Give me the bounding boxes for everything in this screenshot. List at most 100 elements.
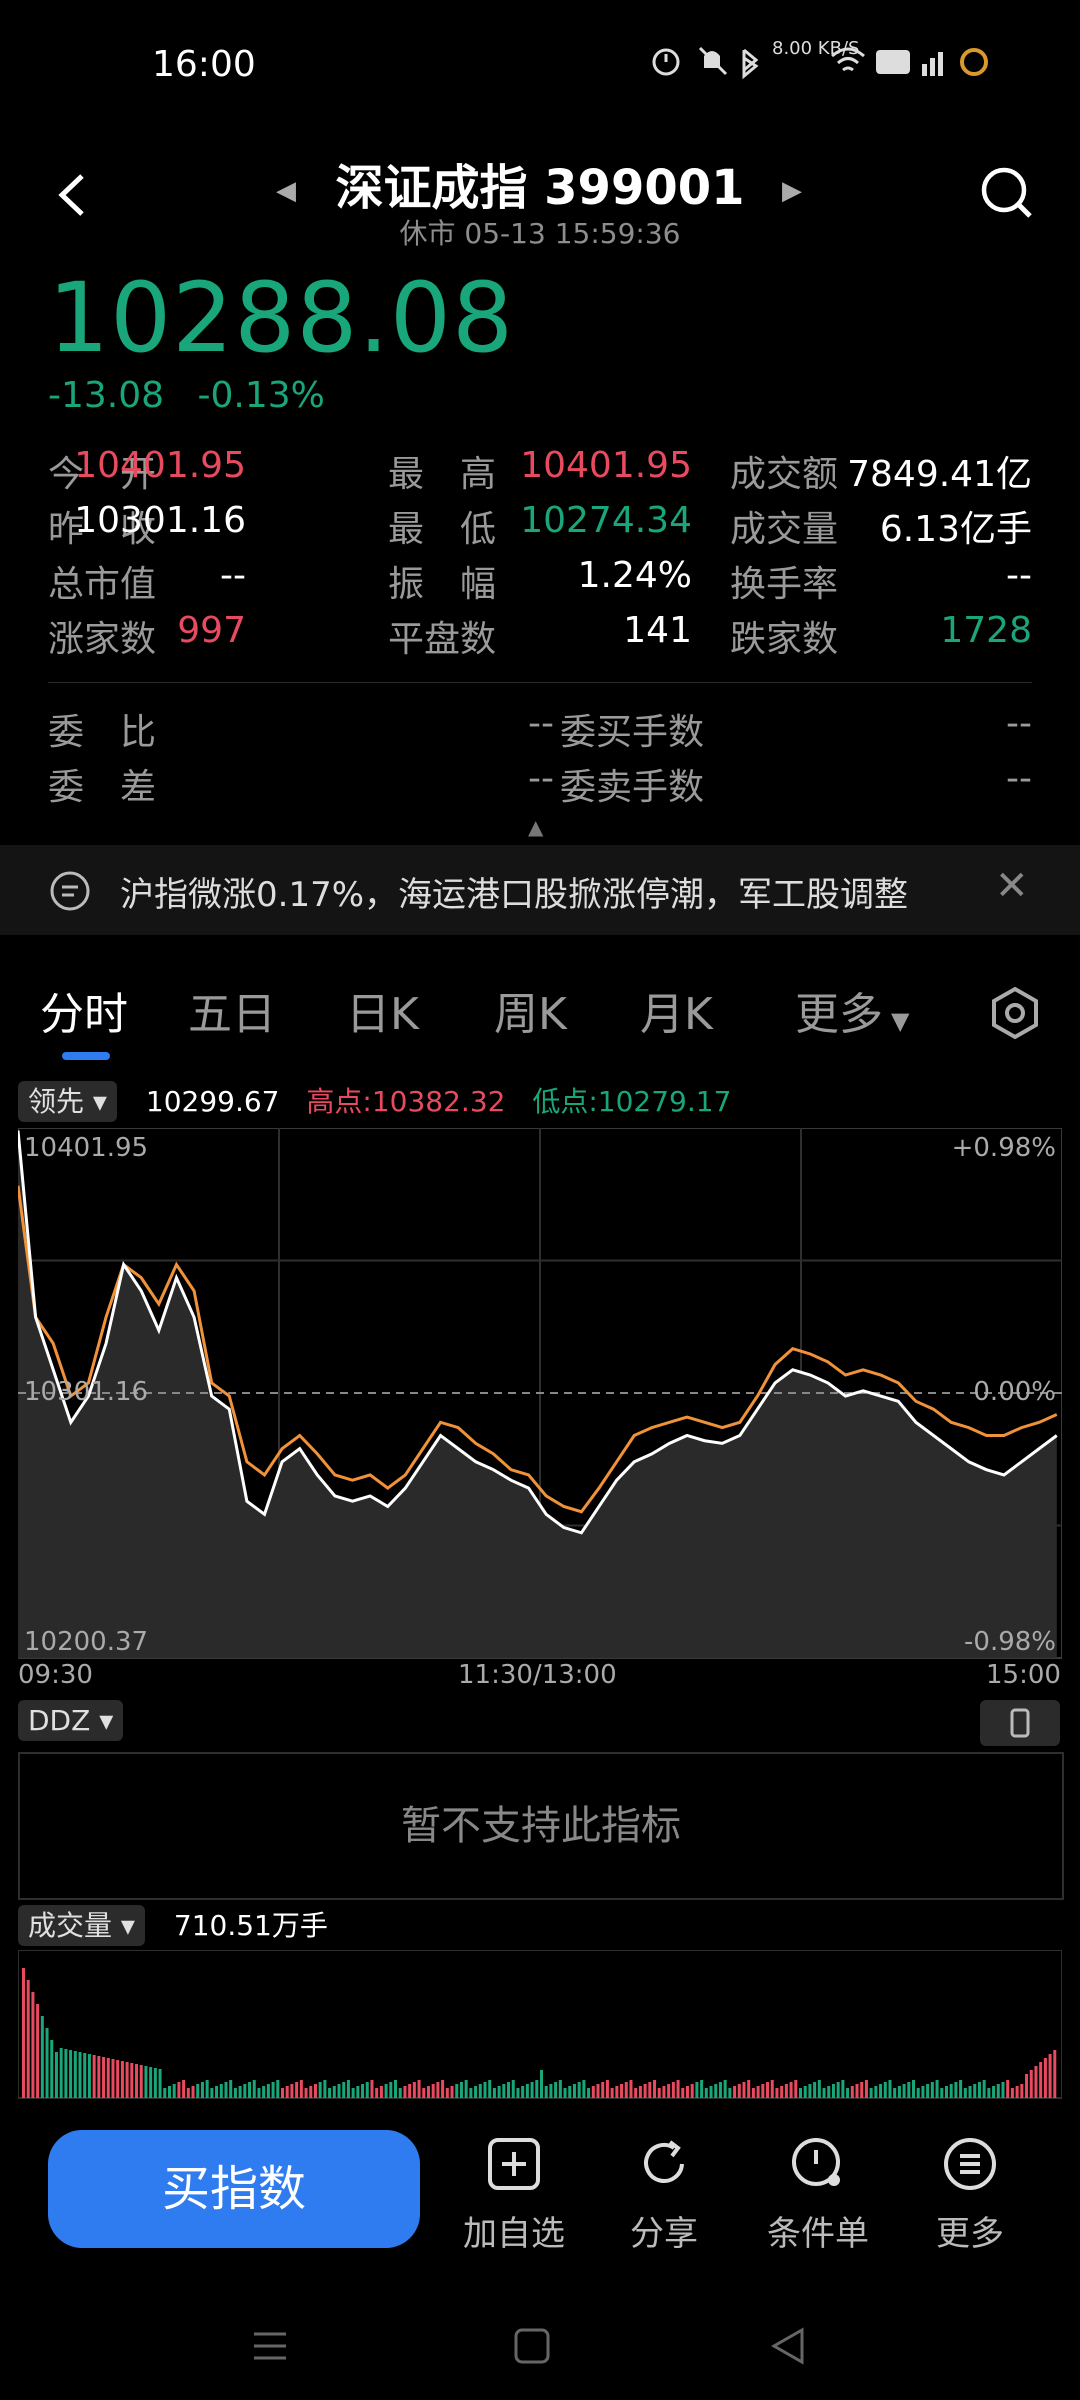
- volume-bar: [973, 2084, 977, 2098]
- volume-bar: [398, 2088, 402, 2098]
- volume-bar: [182, 2080, 186, 2098]
- volume-bar: [1029, 2070, 1033, 2098]
- volume-bar: [709, 2086, 713, 2098]
- current-price: 10288.08: [48, 262, 515, 374]
- volume-bar: [944, 2086, 948, 2098]
- volume-bar: [205, 2080, 209, 2098]
- volume-bar: [441, 2080, 445, 2098]
- volume-bar: [375, 2088, 379, 2098]
- tab-daily-k[interactable]: 日K: [346, 978, 419, 1042]
- divider: [48, 682, 1032, 683]
- volume-bar: [210, 2088, 214, 2098]
- volume-bar: [926, 2084, 930, 2098]
- next-index-button[interactable]: ▶: [782, 176, 802, 206]
- volume-bar: [775, 2088, 779, 2098]
- volume-bar: [662, 2086, 666, 2098]
- volume-bar: [883, 2082, 887, 2098]
- volume-bar: [540, 2070, 543, 2098]
- quote-label: 换手率: [730, 564, 839, 605]
- conditional-order-button[interactable]: 条件单: [748, 2134, 888, 2255]
- volume-bar: [215, 2086, 219, 2098]
- tab-monthly-k[interactable]: 月K: [640, 978, 713, 1042]
- volume-bar: [455, 2084, 459, 2098]
- share-label: 分享: [630, 2214, 698, 2254]
- volume-bar: [620, 2084, 624, 2098]
- status-icons: 8.00 KB/S: [652, 40, 992, 80]
- volume-bar: [803, 2086, 807, 2098]
- volume-bar: [177, 2082, 181, 2098]
- volume-bar: [304, 2088, 308, 2098]
- news-banner[interactable]: 沪指微涨0.17%，海运港口股掀涨停潮，军工股调整 ✕: [0, 845, 1080, 935]
- intraday-chart[interactable]: 10401.95 10301.16 10200.37 +0.98% 0.00% …: [18, 1128, 1062, 1680]
- volume-bar: [332, 2086, 336, 2098]
- tab-weekly-k[interactable]: 周K: [494, 978, 567, 1042]
- quote-grid: 今 开 10401.95 最 高 10401.95 成交额 7849.41亿 昨…: [48, 445, 1032, 665]
- quote-label: 成交额: [730, 454, 839, 495]
- settings-hex-icon[interactable]: [988, 986, 1042, 1040]
- home-nav-icon[interactable]: [512, 2326, 552, 2366]
- volume-bar: [200, 2082, 204, 2098]
- tab-five-day[interactable]: 五日: [188, 978, 276, 1042]
- volume-bar: [130, 2063, 134, 2098]
- page-title: 深证成指 399001: [335, 160, 745, 216]
- y-tick-right: -0.98%: [964, 1627, 1056, 1657]
- menu-nav-icon[interactable]: [250, 2326, 290, 2366]
- volume-bar: [252, 2080, 256, 2098]
- volume-bar: [125, 2062, 129, 2098]
- volume-dropdown[interactable]: 成交量 ▾: [18, 1905, 145, 1946]
- volume-bar: [860, 2082, 864, 2098]
- close-icon[interactable]: ✕: [995, 863, 1029, 909]
- volume-bar: [45, 2028, 49, 2098]
- collapse-toggle[interactable]: ▲: [528, 815, 543, 839]
- volume-bar: [1015, 2086, 1019, 2098]
- volume-bar: [756, 2086, 760, 2098]
- back-nav-icon[interactable]: [768, 2326, 808, 2366]
- chat-icon: [50, 871, 90, 911]
- volume-bar: [751, 2088, 755, 2098]
- more-button[interactable]: 更多: [900, 2134, 1040, 2255]
- ddz-label: DDZ: [28, 1704, 91, 1737]
- buy-index-button[interactable]: 买指数: [48, 2130, 420, 2248]
- status-bar: 16:00 8.00 KB/S: [0, 0, 1080, 140]
- volume-bar: [912, 2080, 916, 2098]
- volume-bar: [582, 2080, 586, 2098]
- tab-intraday[interactable]: 分时: [40, 978, 128, 1042]
- quote-label: 最 低: [388, 509, 497, 550]
- volume-bar: [153, 2068, 157, 2098]
- rotate-screen-button[interactable]: [980, 1700, 1060, 1746]
- search-button[interactable]: [978, 164, 1034, 220]
- alarm-icon: [652, 48, 680, 76]
- volume-bar: [808, 2084, 812, 2098]
- volume-bar: [836, 2082, 840, 2098]
- volume-bar: [822, 2088, 826, 2098]
- ddz-dropdown[interactable]: DDZ ▾: [18, 1700, 124, 1741]
- volume-bar: [907, 2082, 911, 2098]
- volume-bar: [511, 2080, 515, 2098]
- volume-bar: [417, 2080, 421, 2098]
- quote-label: 振 幅: [388, 564, 497, 605]
- volume-bar: [850, 2086, 854, 2098]
- tab-more[interactable]: 更多 ▼: [795, 978, 909, 1042]
- search-icon: [981, 167, 1032, 218]
- net-speed: 8.00 KB/S: [772, 38, 860, 59]
- volume-bar: [26, 1980, 30, 2098]
- volume-bar: [285, 2086, 289, 2098]
- quote-value: --: [220, 555, 246, 596]
- volume-bar: [64, 2049, 68, 2098]
- volume-bar: [149, 2067, 153, 2098]
- share-button[interactable]: 分享: [594, 2134, 734, 2255]
- quote-value: --: [1006, 555, 1032, 596]
- quote-value: 7849.41亿: [847, 454, 1032, 495]
- add-watchlist-button[interactable]: 加自选: [444, 2134, 584, 2255]
- volume-bar: [714, 2084, 718, 2098]
- volume-bar: [40, 2016, 44, 2098]
- volume-bar: [963, 2088, 967, 2098]
- volume-bar: [238, 2086, 242, 2098]
- volume-bar: [1025, 2074, 1029, 2098]
- volume-bar: [36, 2004, 40, 2098]
- indicator-dropdown[interactable]: 领先 ▾: [18, 1081, 117, 1122]
- volume-bar: [87, 2054, 91, 2098]
- volume-bar: [196, 2084, 200, 2098]
- volume-bar: [624, 2082, 628, 2098]
- volume-bar: [643, 2084, 647, 2098]
